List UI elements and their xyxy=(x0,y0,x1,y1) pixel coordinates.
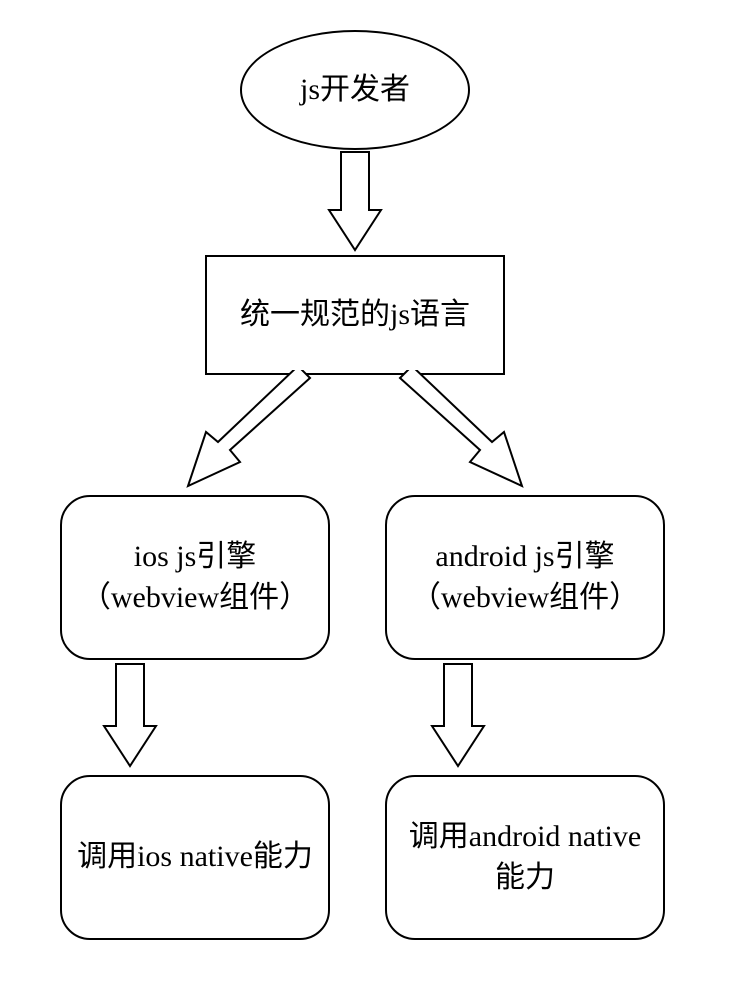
arrow-unified-to-android xyxy=(370,370,540,510)
ios-native-label: 调用ios native能力 xyxy=(76,837,314,878)
node-ios-native: 调用ios native能力 xyxy=(60,775,330,940)
arrow-android-engine-to-native xyxy=(430,662,486,770)
node-android-native: 调用android native能力 xyxy=(385,775,665,940)
android-native-label: 调用android native能力 xyxy=(401,817,649,898)
arrow-ios-engine-to-native xyxy=(102,662,158,770)
unified-js-label: 统一规范的js语言 xyxy=(207,295,503,336)
ios-engine-label: ios js引擎（webview组件） xyxy=(76,537,314,618)
android-engine-label: android js引擎（webview组件） xyxy=(401,537,649,618)
arrow-developer-to-unified xyxy=(327,150,383,254)
developer-label: js开发者 xyxy=(242,70,468,111)
arrow-unified-to-ios xyxy=(170,370,340,510)
node-unified-js: 统一规范的js语言 xyxy=(205,255,505,375)
node-ios-engine: ios js引擎（webview组件） xyxy=(60,495,330,660)
node-android-engine: android js引擎（webview组件） xyxy=(385,495,665,660)
node-developer: js开发者 xyxy=(240,30,470,150)
